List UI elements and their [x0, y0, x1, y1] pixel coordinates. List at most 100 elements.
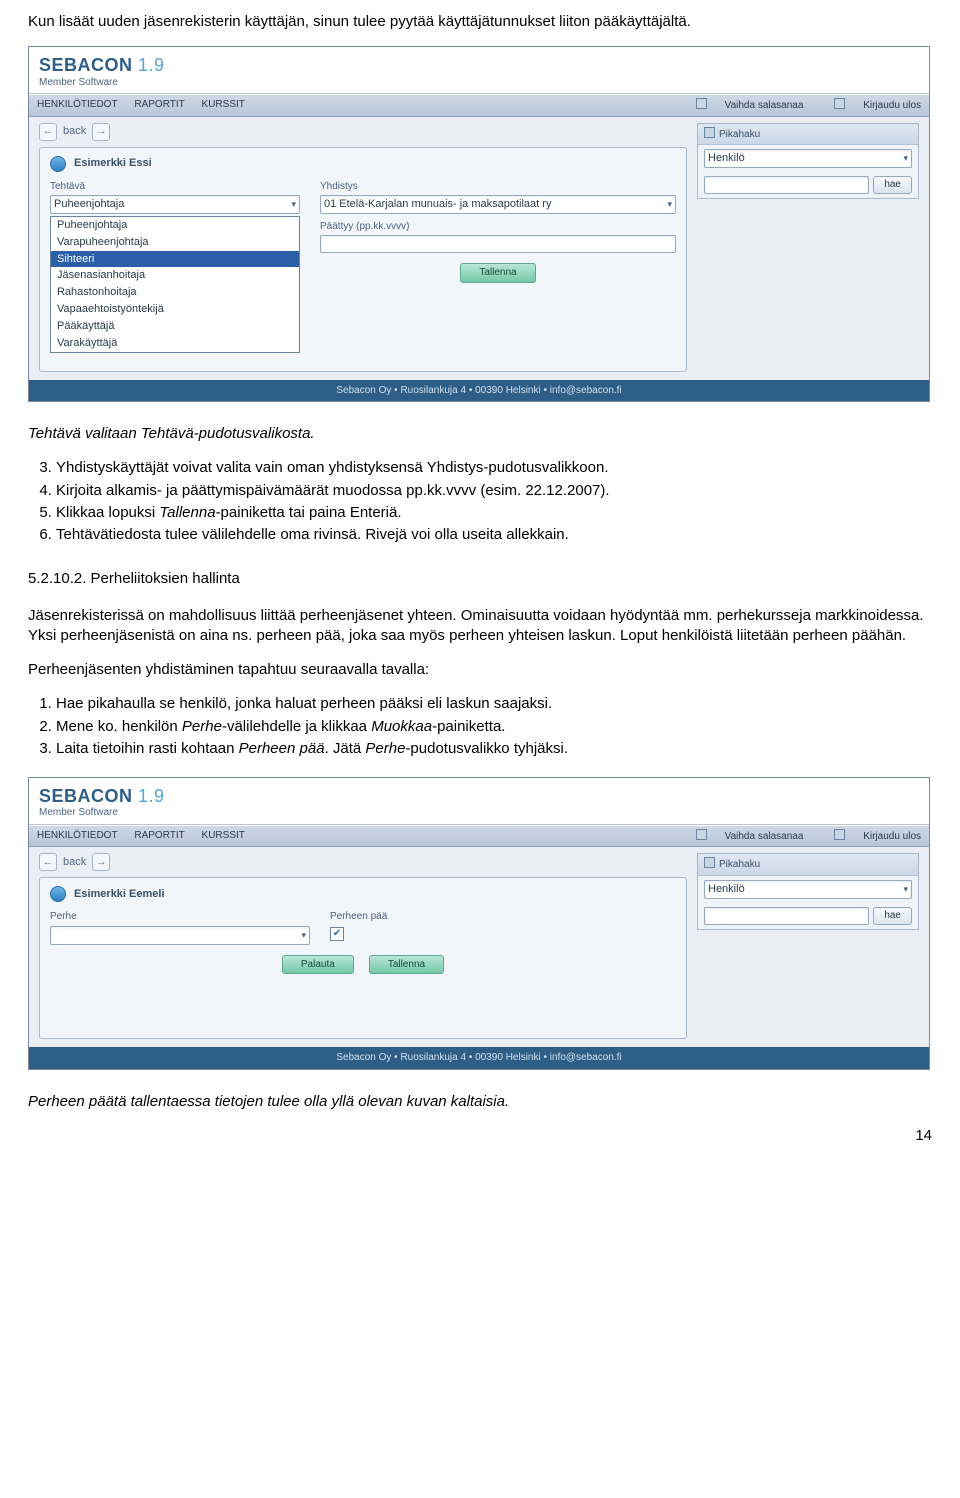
square-icon: [834, 98, 845, 109]
quicksearch-input[interactable]: [704, 176, 869, 194]
person-icon: [50, 886, 66, 902]
tehtava-select[interactable]: Puheenjohtaja ▾: [50, 195, 300, 214]
nav-item[interactable]: HENKILÖTIEDOT: [37, 99, 118, 110]
logo-subtitle: Member Software: [39, 806, 919, 820]
perheenpaa-checkbox[interactable]: ✔: [330, 927, 344, 941]
field-label-yhdistys: Yhdistys: [320, 180, 676, 194]
square-icon: [704, 857, 715, 868]
quicksearch-title: Pikahaku: [719, 859, 760, 870]
screenshot-tehtava: SEBACON 1.9 Member Software HENKILÖTIEDO…: [28, 46, 930, 402]
chevron-down-icon: ▾: [291, 198, 296, 210]
field-label-perhe: Perhe: [50, 910, 310, 924]
numbered-list-1: Yhdistyskäyttäjät voivat valita vain oma…: [28, 458, 932, 545]
logo-text: SEBACON: [39, 55, 133, 75]
nav-logout[interactable]: Kirjaudu ulos: [820, 100, 921, 111]
logo: SEBACON 1.9: [39, 784, 919, 808]
person-panel: Esimerkki Eemeli Perhe ▾ Perheen pää ✔: [39, 877, 687, 1039]
person-name: Esimerkki Eemeli: [74, 887, 165, 902]
dropdown-option[interactable]: Varapuheenjohtaja: [51, 234, 299, 251]
caption-ss2: Perheen päätä tallentaessa tietojen tule…: [28, 1092, 932, 1112]
reset-button[interactable]: Palauta: [282, 955, 354, 975]
search-button[interactable]: hae: [873, 176, 912, 194]
screenshot-perhe: SEBACON 1.9 Member Software HENKILÖTIEDO…: [28, 777, 930, 1070]
app-footer: Sebacon Oy • Ruosilankuja 4 • 00390 Hels…: [29, 380, 929, 402]
list-item: Tehtävätiedosta tulee välilehdelle oma r…: [56, 525, 932, 545]
back-label: back: [63, 124, 86, 139]
tehtava-value: Puheenjohtaja: [54, 197, 124, 212]
logo-version: 1.9: [138, 786, 165, 806]
square-icon: [696, 829, 707, 840]
arrow-right-icon[interactable]: →: [92, 123, 110, 141]
dropdown-option[interactable]: Rahastonhoitaja: [51, 284, 299, 301]
nav-item[interactable]: KURSSIT: [202, 830, 245, 841]
section-heading: 5.2.10.2. Perheliitoksien hallinta: [28, 569, 932, 589]
save-button[interactable]: Tallenna: [460, 263, 535, 283]
list-item: Mene ko. henkilön Perhe-välilehdelle ja …: [56, 717, 932, 737]
nav-item[interactable]: KURSSIT: [202, 99, 245, 110]
arrow-left-icon[interactable]: ←: [39, 123, 57, 141]
field-label-tehtava: Tehtävä: [50, 180, 300, 194]
list-item: Yhdistyskäyttäjät voivat valita vain oma…: [56, 458, 932, 478]
steps-intro: Perheenjäsenten yhdistäminen tapahtuu se…: [28, 660, 932, 680]
quicksearch-type-value: Henkilö: [708, 151, 745, 166]
save-button[interactable]: Tallenna: [369, 955, 444, 975]
page-number: 14: [28, 1126, 932, 1146]
person-name: Esimerkki Essi: [74, 156, 152, 171]
arrow-right-icon[interactable]: →: [92, 853, 110, 871]
quicksearch-panel: Pikahaku Henkilö ▾ hae: [697, 123, 919, 199]
list-item: Hae pikahaulla se henkilö, jonka haluat …: [56, 694, 932, 714]
family-paragraph: Jäsenrekisterissä on mahdollisuus liittä…: [28, 606, 932, 647]
square-icon: [834, 829, 845, 840]
quicksearch-input[interactable]: [704, 907, 869, 925]
app-footer: Sebacon Oy • Ruosilankuja 4 • 00390 Hels…: [29, 1047, 929, 1069]
logo-subtitle: Member Software: [39, 76, 919, 90]
list-item: Laita tietoihin rasti kohtaan Perheen pä…: [56, 739, 932, 759]
main-nav: HENKILÖTIEDOT RAPORTIT KURSSIT Vaihda sa…: [29, 94, 929, 117]
list-item: Klikkaa lopuksi Tallenna-painiketta tai …: [56, 503, 932, 523]
arrow-left-icon[interactable]: ←: [39, 853, 57, 871]
brand-bar: SEBACON 1.9 Member Software: [29, 47, 929, 94]
person-icon: [50, 156, 66, 172]
list-item: Kirjoita alkamis- ja päättymispäivämäärä…: [56, 481, 932, 501]
chevron-down-icon: ▾: [301, 929, 306, 941]
perhe-value: [54, 928, 57, 943]
intro-text: Kun lisäät uuden jäsenrekisterin käyttäj…: [28, 12, 932, 32]
numbered-list-2: Hae pikahaulla se henkilö, jonka haluat …: [28, 694, 932, 759]
main-nav: HENKILÖTIEDOT RAPORTIT KURSSIT Vaihda sa…: [29, 825, 929, 848]
dropdown-option-selected[interactable]: Sihteeri: [51, 251, 299, 268]
yhdistys-value: 01 Etelä-Karjalan munuais- ja maksapotil…: [324, 197, 551, 212]
quicksearch-panel: Pikahaku Henkilö ▾ hae: [697, 853, 919, 929]
search-button[interactable]: hae: [873, 907, 912, 925]
nav-item[interactable]: RAPORTIT: [134, 830, 184, 841]
dropdown-option[interactable]: Puheenjohtaja: [51, 217, 299, 234]
nav-change-pw[interactable]: Vaihda salasanaa: [682, 100, 804, 111]
quicksearch-type-value: Henkilö: [708, 882, 745, 897]
brand-bar: SEBACON 1.9 Member Software: [29, 778, 929, 825]
paattyy-input[interactable]: [320, 235, 676, 253]
logo: SEBACON 1.9: [39, 53, 919, 77]
chevron-down-icon: ▾: [903, 883, 908, 895]
chevron-down-icon: ▾: [903, 152, 908, 164]
dropdown-option[interactable]: Pääkäyttäjä: [51, 318, 299, 335]
back-control[interactable]: ← back →: [39, 853, 687, 871]
dropdown-option[interactable]: Vapaaehtoistyöntekijä: [51, 301, 299, 318]
caption-ss1: Tehtävä valitaan Tehtävä-pudotusvalikost…: [28, 424, 932, 444]
nav-item[interactable]: RAPORTIT: [134, 99, 184, 110]
tehtava-dropdown-list[interactable]: Puheenjohtaja Varapuheenjohtaja Sihteeri…: [50, 216, 300, 353]
dropdown-option[interactable]: Jäsenasianhoitaja: [51, 267, 299, 284]
quicksearch-title: Pikahaku: [719, 129, 760, 140]
person-panel: Esimerkki Essi Tehtävä Puheenjohtaja ▾ P…: [39, 147, 687, 372]
perhe-select[interactable]: ▾: [50, 926, 310, 945]
yhdistys-select[interactable]: 01 Etelä-Karjalan munuais- ja maksapotil…: [320, 195, 676, 214]
square-icon: [696, 98, 707, 109]
field-label-perheenpaa: Perheen pää: [330, 910, 676, 924]
back-control[interactable]: ← back →: [39, 123, 687, 141]
nav-change-pw[interactable]: Vaihda salasanaa: [682, 831, 804, 842]
nav-logout[interactable]: Kirjaudu ulos: [820, 831, 921, 842]
quicksearch-type-select[interactable]: Henkilö ▾: [704, 880, 912, 899]
nav-item[interactable]: HENKILÖTIEDOT: [37, 830, 118, 841]
back-label: back: [63, 855, 86, 870]
dropdown-option[interactable]: Varakäyttäjä: [51, 335, 299, 352]
logo-version: 1.9: [138, 55, 165, 75]
quicksearch-type-select[interactable]: Henkilö ▾: [704, 149, 912, 168]
